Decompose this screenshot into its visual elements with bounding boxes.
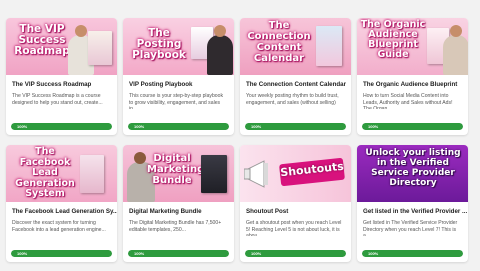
progress-label: 100%: [368, 124, 379, 129]
book-cover-image: [88, 31, 112, 65]
course-description: This course is your step-by-step playboo…: [129, 93, 223, 109]
progress-label: 100%: [134, 251, 145, 256]
course-description: Get a shoutout post when you reach Level…: [246, 220, 342, 236]
progress-bar: 100%: [11, 250, 112, 257]
progress-bar: 100%: [245, 250, 346, 257]
course-title: The Facebook Lead Generation Sy...: [12, 208, 117, 215]
course-thumbnail: The Facebook Lead Generation System: [6, 145, 117, 202]
progress-label: 100%: [251, 124, 262, 129]
thumbnail-title: The Facebook Lead Generation System: [15, 146, 75, 199]
progress-bar: 100%: [362, 123, 463, 130]
course-thumbnail: Shoutouts: [240, 145, 351, 202]
course-card-shoutout-post[interactable]: Shoutouts Shoutout Post Get a shoutout p…: [240, 145, 351, 262]
course-card-facebook-lead-generation[interactable]: The Facebook Lead Generation System The …: [6, 145, 117, 262]
megaphone-icon: [244, 160, 268, 188]
progress-bar: 100%: [245, 123, 346, 130]
course-card-verified-provider-directory[interactable]: Unlock your listing in the Verified Serv…: [357, 145, 468, 262]
thumbnail-title: The VIP Success Roadmap: [14, 23, 70, 57]
course-card-posting-playbook[interactable]: The Posting Playbook VIP Posting Playboo…: [123, 18, 234, 135]
progress-fill: 100%: [128, 123, 229, 130]
thumbnail-title: Digital Marketing Bundle: [147, 153, 205, 186]
progress-label: 100%: [17, 251, 28, 256]
progress-bar: 100%: [362, 250, 463, 257]
progress-label: 100%: [17, 124, 28, 129]
progress-fill: 100%: [245, 250, 346, 257]
course-thumbnail: The VIP Success Roadmap: [6, 18, 117, 75]
progress-fill: 100%: [362, 250, 463, 257]
course-description: Your weekly posting rhythm to build trus…: [246, 93, 339, 106]
course-title: The VIP Success Roadmap: [12, 81, 92, 88]
course-title: Digital Marketing Bundle: [129, 208, 202, 215]
person-image: [207, 25, 233, 75]
course-description: How to turn Social Media Content into Le…: [363, 93, 453, 109]
course-thumbnail: The Connection Content Calendar: [240, 18, 351, 75]
course-card-digital-marketing-bundle[interactable]: Digital Marketing Bundle Digital Marketi…: [123, 145, 234, 262]
course-title: VIP Posting Playbook: [129, 81, 193, 88]
course-description: Get listed in The Verified Service Provi…: [363, 220, 458, 236]
progress-bar: 100%: [128, 250, 229, 257]
course-description: Discover the exact system for turning Fa…: [12, 220, 106, 233]
thumbnail-title: The Organic Audience Blueprint Guide: [360, 19, 426, 60]
progress-fill: 100%: [11, 250, 112, 257]
course-thumbnail: Unlock your listing in the Verified Serv…: [357, 145, 468, 202]
course-card-connection-content-calendar[interactable]: The Connection Content Calendar The Conn…: [240, 18, 351, 135]
book-cover-image: [316, 26, 342, 66]
course-title: The Connection Content Calendar: [246, 81, 347, 88]
course-card-organic-audience-blueprint[interactable]: The Organic Audience Blueprint Guide The…: [357, 18, 468, 135]
progress-bar: 100%: [128, 123, 229, 130]
progress-label: 100%: [368, 251, 379, 256]
book-cover-image: [80, 155, 104, 193]
course-description: The Digital Marketing Bundle has 7,500+ …: [129, 220, 222, 233]
book-cover-image: [201, 155, 227, 193]
course-thumbnail: Digital Marketing Bundle: [123, 145, 234, 202]
progress-fill: 100%: [245, 123, 346, 130]
person-image: [443, 25, 468, 75]
thumbnail-title: The Posting Playbook: [132, 27, 186, 61]
progress-label: 100%: [251, 251, 262, 256]
progress-label: 100%: [134, 124, 145, 129]
course-card-vip-success-roadmap[interactable]: The VIP Success Roadmap The VIP Success …: [6, 18, 117, 135]
course-description: The VIP Success Roadmap is a course desi…: [12, 93, 103, 106]
progress-fill: 100%: [128, 250, 229, 257]
course-title: The Organic Audience Blueprint: [363, 81, 458, 88]
course-thumbnail: The Posting Playbook: [123, 18, 234, 75]
course-title: Shoutout Post: [246, 208, 289, 215]
progress-bar: 100%: [11, 123, 112, 130]
thumbnail-title: Unlock your listing in the Verified Serv…: [365, 148, 461, 188]
course-title: Get listed in the Verified Provider ...: [363, 208, 468, 215]
progress-fill: 100%: [11, 123, 112, 130]
thumbnail-title: The Connection Content Calendar: [247, 20, 311, 64]
course-thumbnail: The Organic Audience Blueprint Guide: [357, 18, 468, 75]
course-grid: The VIP Success Roadmap The VIP Success …: [6, 18, 474, 262]
progress-fill: 100%: [362, 123, 463, 130]
